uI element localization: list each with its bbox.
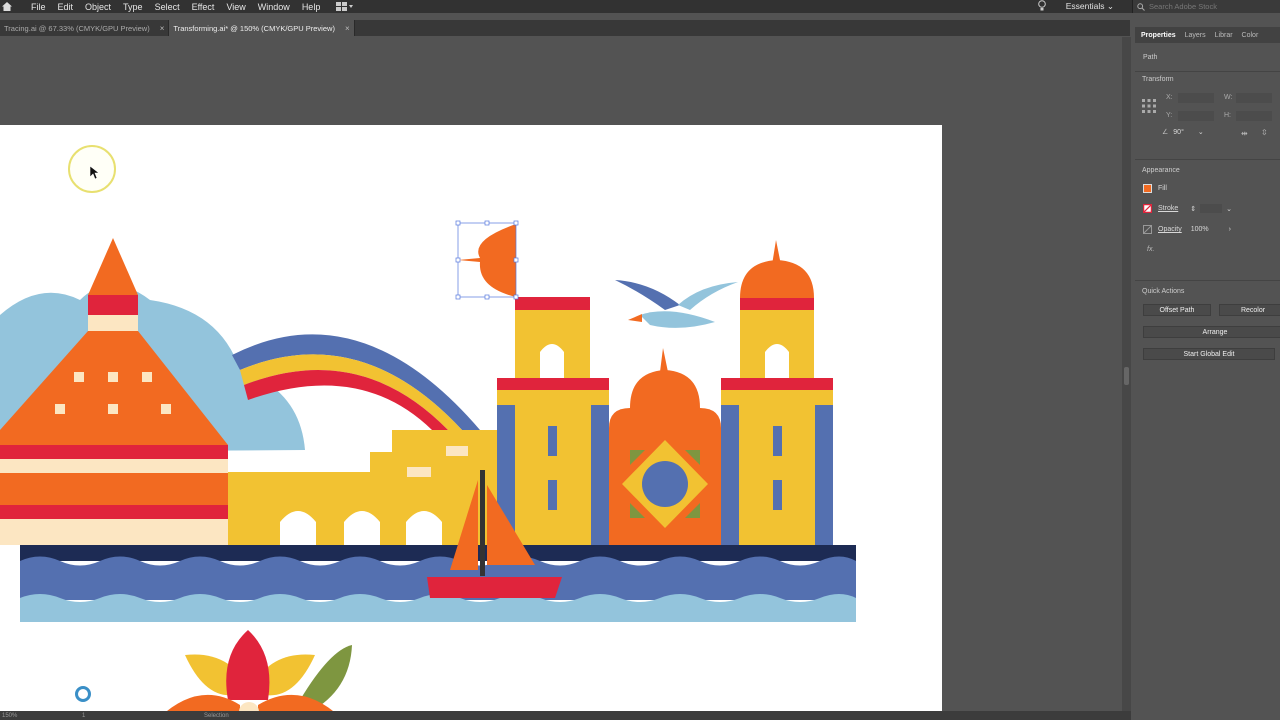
menu-help[interactable]: Help: [302, 2, 321, 12]
menu-window[interactable]: Window: [258, 2, 290, 12]
transform-title: Transform: [1142, 76, 1174, 83]
fill-swatch[interactable]: [1143, 184, 1152, 193]
watermark-line1: RDED WITH: [2, 678, 42, 685]
vertical-scrollbar[interactable]: [1122, 37, 1131, 712]
tab-libraries[interactable]: Librar: [1215, 32, 1233, 39]
flip-horizontal-icon[interactable]: ⇹: [1241, 129, 1248, 138]
arrange-documents-button[interactable]: [336, 2, 354, 11]
divider: [1135, 280, 1280, 281]
chevron-down-icon[interactable]: ⌄: [1226, 205, 1232, 213]
scroll-thumb[interactable]: [1124, 367, 1129, 385]
offset-path-button[interactable]: Offset Path: [1143, 304, 1211, 316]
opacity-value[interactable]: 100%: [1191, 226, 1209, 233]
watermark-line2: REENCAST MATIC: [0, 686, 134, 702]
left-tower[interactable]: [497, 297, 609, 545]
menu-type[interactable]: Type: [123, 2, 143, 12]
stroke-row[interactable]: Stroke ⇕ ⌄: [1143, 204, 1232, 213]
w-field[interactable]: [1236, 93, 1272, 103]
flower-shape[interactable]: [160, 630, 352, 717]
workspace-switcher[interactable]: Essentials ⌄: [1066, 1, 1114, 12]
menu-select[interactable]: Select: [155, 2, 180, 12]
y-label: Y:: [1166, 112, 1173, 119]
menu-bar: File Edit Object Type Select Effect View…: [0, 0, 1280, 13]
search-placeholder: Search Adobe Stock: [1149, 2, 1217, 11]
zoom-level[interactable]: 150%: [2, 713, 42, 719]
menu-object[interactable]: Object: [85, 2, 111, 12]
x-field[interactable]: [1178, 93, 1214, 103]
tab-layers[interactable]: Layers: [1185, 32, 1206, 39]
city-illustration: [0, 220, 856, 717]
menu-effect[interactable]: Effect: [192, 2, 215, 12]
close-icon[interactable]: ×: [160, 24, 165, 33]
rotate-field[interactable]: ∠ 90° ⌄: [1162, 128, 1204, 137]
w-label: W:: [1224, 94, 1233, 101]
appearance-title: Appearance: [1142, 167, 1180, 174]
properties-panel: Properties Layers Librar Color Path Tran…: [1135, 27, 1280, 720]
y-field[interactable]: [1178, 111, 1214, 121]
h-label: H:: [1224, 112, 1231, 119]
flip-vertical-icon[interactable]: ⇳: [1261, 128, 1268, 137]
close-icon[interactable]: ×: [345, 24, 350, 33]
fx-icon[interactable]: fx.: [1147, 246, 1154, 253]
selection-type: Path: [1143, 54, 1158, 61]
recolor-button[interactable]: Recolor: [1219, 304, 1280, 316]
rotate-icon: ∠: [1162, 129, 1169, 136]
opacity-icon: [1143, 225, 1152, 234]
screencast-watermark: RDED WITH REENCAST MATIC: [0, 678, 134, 702]
fill-row[interactable]: Fill: [1143, 184, 1167, 193]
chevron-down-icon: ⌄: [1106, 1, 1114, 11]
document-tabs: Tracing.ai @ 67.33% (CMYK/GPU Preview) ×…: [0, 20, 1130, 36]
search-icon: [1137, 2, 1145, 11]
arrange-button[interactable]: Arrange: [1143, 326, 1280, 338]
home-icon[interactable]: [0, 0, 13, 13]
rotate-value: 90°: [1173, 128, 1184, 136]
h-field[interactable]: [1236, 111, 1272, 121]
tab-tracing[interactable]: Tracing.ai @ 67.33% (CMYK/GPU Preview) ×: [0, 20, 170, 36]
selected-path[interactable]: [455, 220, 519, 300]
menu-view[interactable]: View: [226, 2, 245, 12]
divider: [1135, 71, 1280, 72]
search-stock-input[interactable]: Search Adobe Stock: [1132, 0, 1280, 13]
start-global-edit-button[interactable]: Start Global Edit: [1143, 348, 1275, 360]
stroke-label[interactable]: Stroke: [1158, 205, 1178, 212]
tab-label: Transforming.ai* @ 150% (CMYK/GPU Previe…: [173, 23, 335, 33]
screencast-logo-icon: [74, 686, 91, 702]
reference-point-icon[interactable]: [1142, 99, 1156, 113]
tab-label: Tracing.ai @ 67.33% (CMYK/GPU Preview): [4, 23, 150, 33]
watermark-text-b: MATIC: [93, 686, 134, 702]
dome-building[interactable]: [609, 348, 721, 545]
seagull-shape[interactable]: [615, 280, 738, 328]
x-label: X:: [1166, 94, 1173, 101]
quick-actions-title: Quick Actions: [1142, 288, 1185, 295]
chevron-right-icon[interactable]: ›: [1229, 226, 1231, 233]
opacity-row[interactable]: Opacity 100% ›: [1143, 225, 1231, 234]
lightbulb-icon[interactable]: [1037, 0, 1046, 13]
opacity-label[interactable]: Opacity: [1158, 226, 1182, 233]
status-bar: 150% 1 Selection: [0, 711, 1131, 720]
grid-icon: [336, 2, 354, 11]
artboard-number[interactable]: 1: [82, 713, 122, 719]
stroke-weight-field[interactable]: [1200, 204, 1223, 213]
menu-file[interactable]: File: [31, 2, 46, 12]
right-tower[interactable]: [721, 240, 833, 545]
stroke-none-swatch[interactable]: [1143, 204, 1152, 213]
fill-label: Fill: [1158, 185, 1167, 192]
panel-tabs: Properties Layers Librar Color: [1135, 27, 1280, 43]
tab-transforming[interactable]: Transforming.ai* @ 150% (CMYK/GPU Previe…: [169, 20, 355, 36]
stepper-icon[interactable]: ⇕: [1190, 205, 1196, 213]
menu-edit[interactable]: Edit: [58, 2, 74, 12]
arrow-cursor-icon: [90, 166, 100, 180]
artboard[interactable]: [0, 125, 942, 717]
workspace-label: Essentials: [1065, 1, 1105, 11]
watermark-text-a: REENCAST: [0, 686, 72, 702]
tab-color[interactable]: Color: [1242, 32, 1259, 39]
divider: [1135, 159, 1280, 160]
current-tool: Selection: [204, 712, 229, 719]
chevron-down-icon: ⌄: [1197, 129, 1204, 136]
tab-properties[interactable]: Properties: [1141, 32, 1176, 39]
